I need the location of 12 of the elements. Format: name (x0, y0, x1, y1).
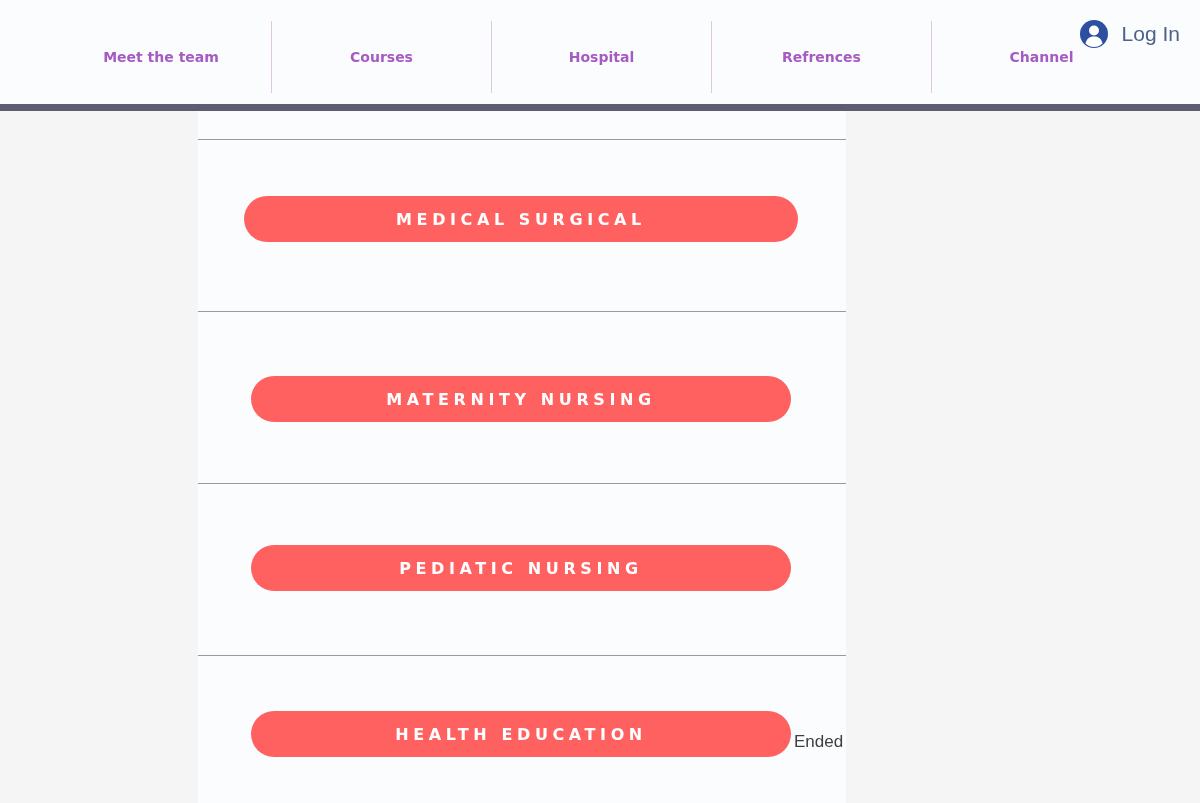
course-button[interactable]: MEDICAL SURGICAL (244, 196, 798, 242)
nav-link[interactable]: Hospital (568, 49, 635, 65)
course-button[interactable]: HEALTH EDUCATION (251, 711, 791, 757)
status-text: Ended (794, 732, 844, 752)
course-button[interactable]: PEDIATIC NURSING (251, 545, 791, 591)
nav-link[interactable]: Channel (1009, 49, 1074, 65)
nav-link[interactable]: Courses (350, 49, 413, 65)
course-button[interactable]: MATERNITY NURSING (251, 376, 791, 422)
nav-link[interactable]: Meet the team (103, 49, 219, 65)
nav-link[interactable]: Refrences (782, 49, 861, 65)
login-link[interactable]: Log In (1079, 20, 1180, 48)
user-avatar-icon (1079, 20, 1108, 48)
